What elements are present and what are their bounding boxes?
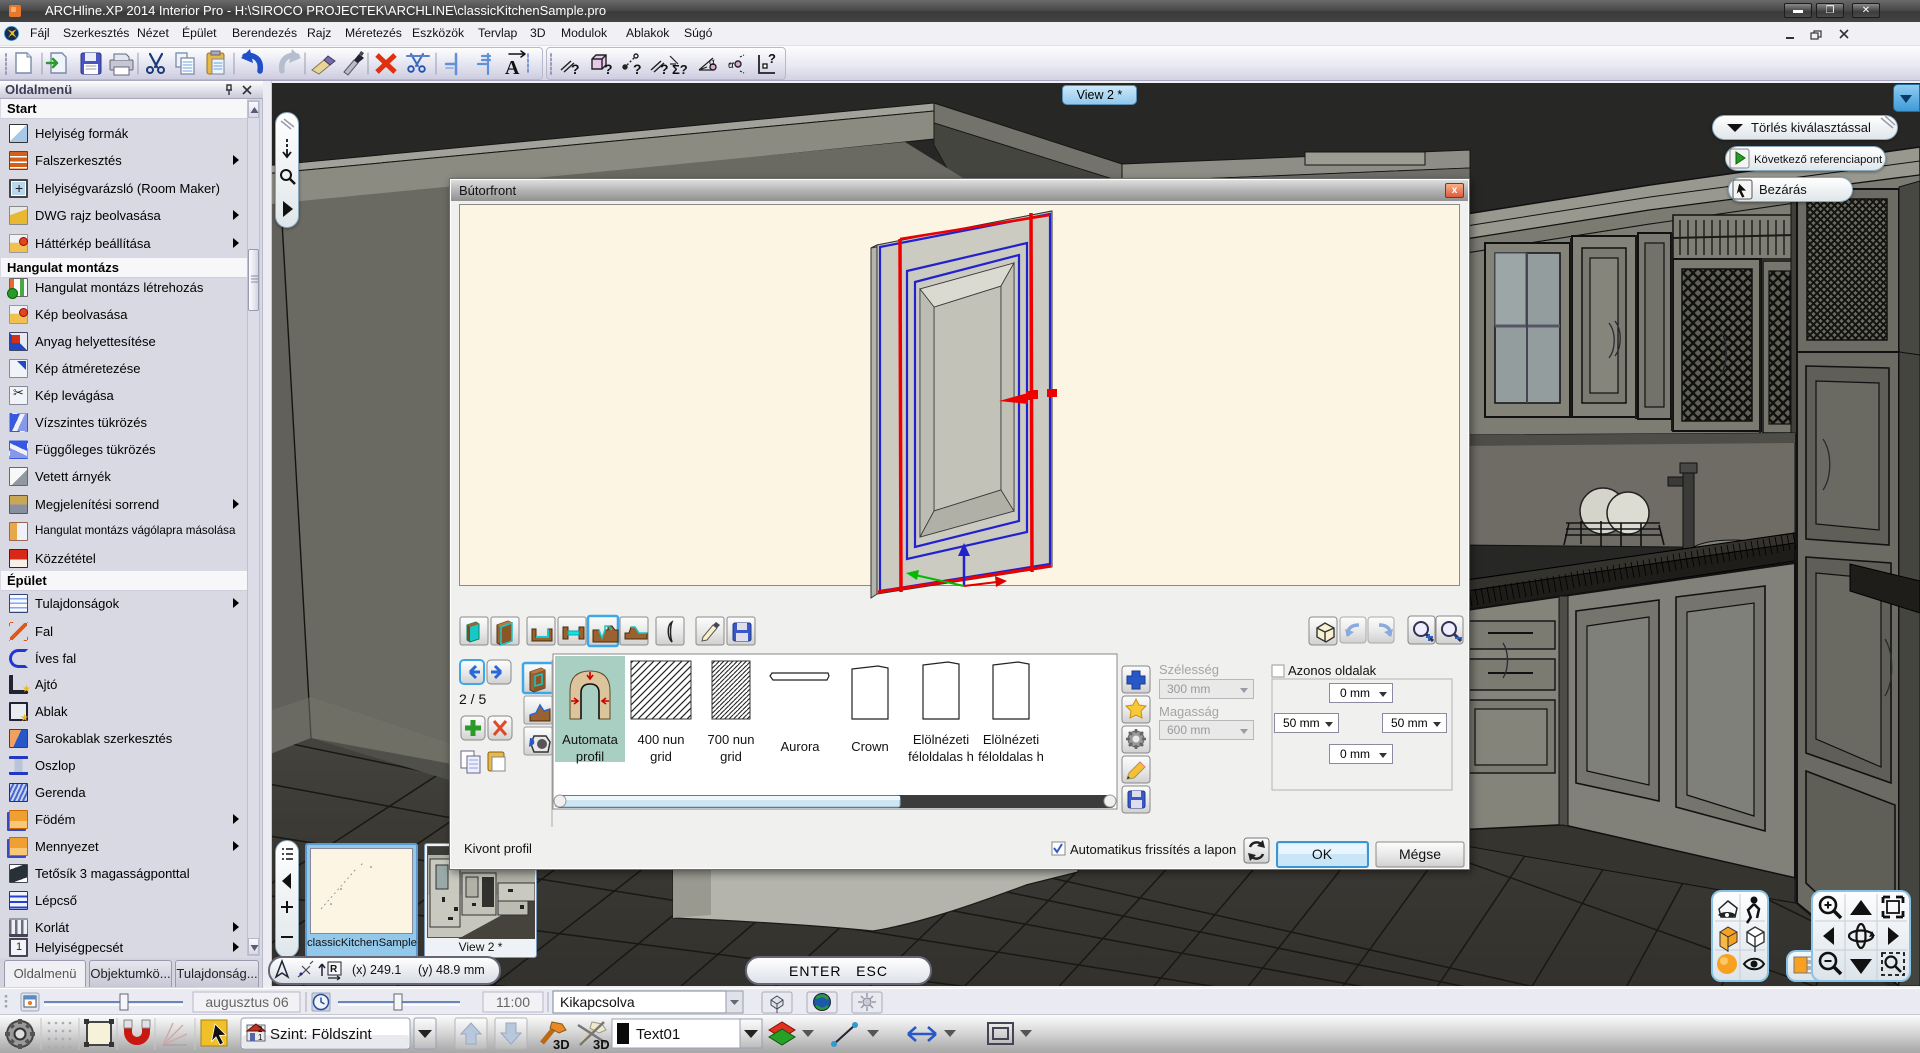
svg-text:augusztus 06: augusztus 06 bbox=[205, 994, 288, 1010]
svg-text:?: ? bbox=[571, 61, 580, 77]
svg-text:Automatikus frissítés a lapon: Automatikus frissítés a lapon bbox=[1070, 842, 1236, 857]
svg-text:Bezárás: Bezárás bbox=[1759, 182, 1807, 197]
svg-text:Szélesség: Szélesség bbox=[1159, 662, 1219, 677]
svg-text:3D: 3D bbox=[553, 1037, 570, 1052]
svg-text:?: ? bbox=[660, 61, 669, 77]
svg-text:Text01: Text01 bbox=[636, 1026, 680, 1043]
svg-text:Kivont profil: Kivont profil bbox=[464, 841, 532, 856]
svg-text:Automata: Automata bbox=[562, 732, 618, 747]
svg-text:grid: grid bbox=[650, 749, 672, 764]
svg-text:400 nun: 400 nun bbox=[638, 732, 685, 747]
svg-text:OK: OK bbox=[1312, 846, 1333, 862]
svg-text:?: ? bbox=[633, 61, 642, 77]
svg-text:Elölnézeti: Elölnézeti bbox=[913, 732, 969, 747]
svg-text:?: ? bbox=[768, 51, 776, 66]
svg-text:Következő referenciapont: Következő referenciapont bbox=[1754, 154, 1883, 166]
svg-text:Szint: Földszint: Szint: Földszint bbox=[270, 1026, 373, 1043]
svg-text:?: ? bbox=[604, 61, 613, 77]
svg-text:1: 1 bbox=[258, 1033, 263, 1042]
svg-text:(x) 249.1: (x) 249.1 bbox=[352, 963, 401, 977]
svg-text:A: A bbox=[505, 57, 520, 79]
svg-text:Azonos oldalak: Azonos oldalak bbox=[1288, 663, 1377, 678]
svg-text:R: R bbox=[330, 964, 338, 975]
svg-text:2 / 5: 2 / 5 bbox=[459, 691, 486, 707]
svg-text:Crown: Crown bbox=[851, 739, 889, 754]
svg-text:Elölnézeti: Elölnézeti bbox=[983, 732, 1039, 747]
svg-text:Σ?: Σ? bbox=[672, 62, 688, 77]
svg-text:α: α bbox=[709, 57, 715, 68]
svg-text:féloldalas h: féloldalas h bbox=[978, 749, 1044, 764]
svg-text:Kikapcsolva: Kikapcsolva bbox=[560, 994, 635, 1010]
svg-text:(y) 48.9 mm: (y) 48.9 mm bbox=[418, 963, 485, 977]
svg-text:féloldalas h: féloldalas h bbox=[908, 749, 974, 764]
svg-text:Aurora: Aurora bbox=[780, 739, 820, 754]
svg-text:Magasság: Magasság bbox=[1159, 704, 1219, 719]
svg-text:α: α bbox=[728, 60, 734, 71]
svg-text:700 nun: 700 nun bbox=[708, 732, 755, 747]
svg-text:profil: profil bbox=[576, 749, 604, 764]
svg-text:Mégse: Mégse bbox=[1399, 846, 1441, 862]
svg-text:grid: grid bbox=[720, 749, 742, 764]
svg-text:11:00: 11:00 bbox=[496, 994, 530, 1010]
svg-text:Törlés kiválasztással: Törlés kiválasztással bbox=[1751, 120, 1871, 135]
svg-text:3D: 3D bbox=[593, 1037, 610, 1052]
